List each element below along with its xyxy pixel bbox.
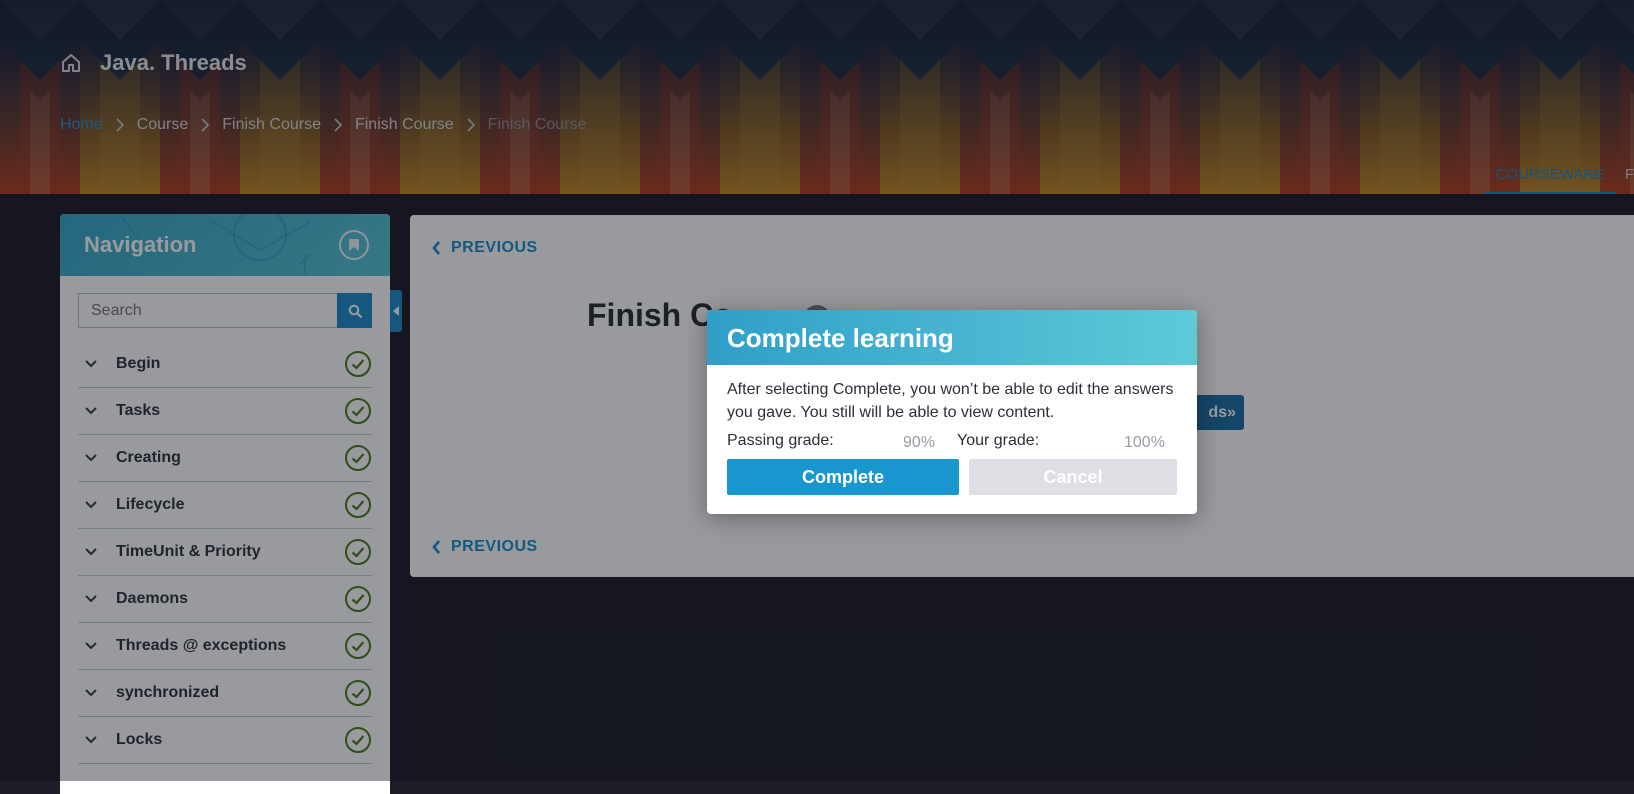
your-grade-label: Your grade: [957,432,1040,449]
dialog-title: Complete learning [727,323,954,353]
passing-grade-label: Passing grade: [727,432,834,449]
cancel-button[interactable]: Cancel [969,459,1177,495]
dialog-message: After selecting Complete, you won’t be a… [727,381,1174,421]
complete-button[interactable]: Complete [727,459,959,495]
passing-grade-value: 90% [903,434,936,451]
complete-learning-dialog: Complete learning After selecting Comple… [707,310,1197,514]
your-grade-value: 100% [1124,434,1165,451]
dialog-header: Complete learning [707,310,1197,365]
